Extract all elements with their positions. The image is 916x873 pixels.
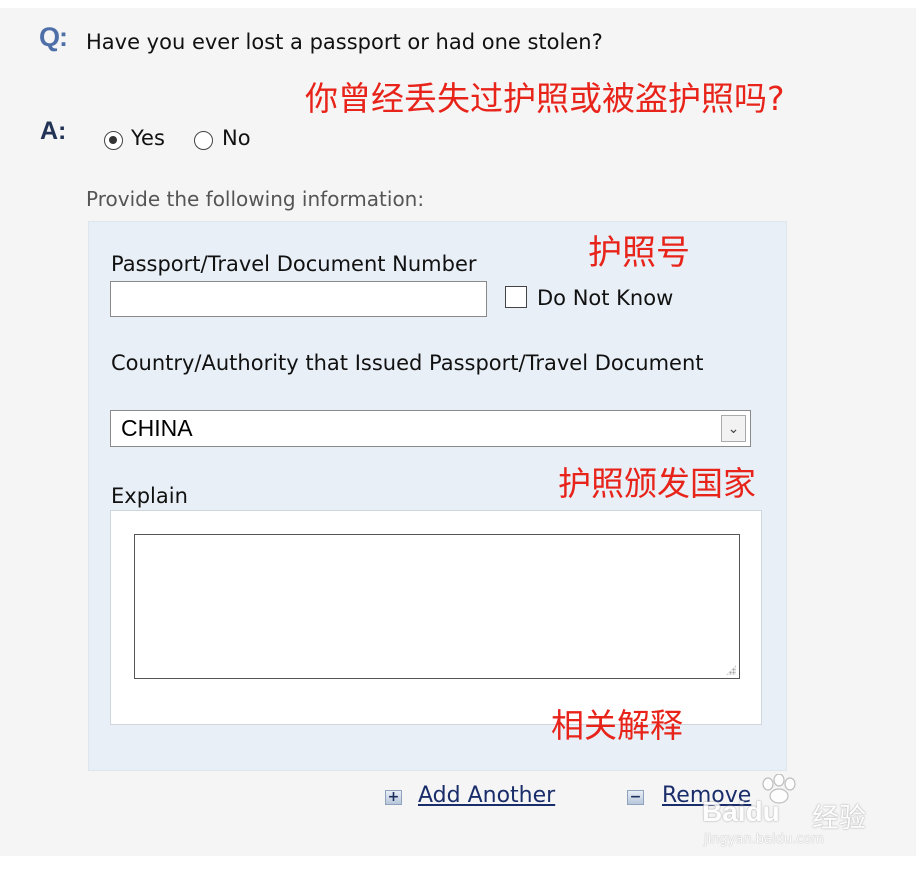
do-not-know-label[interactable]: Do Not Know — [537, 286, 673, 310]
watermark-logo: Baidu — [702, 796, 780, 827]
passport-number-label: Passport/Travel Document Number — [111, 252, 477, 276]
chevron-down-icon[interactable]: ⌄ — [721, 415, 746, 442]
explain-textarea[interactable] — [134, 534, 740, 679]
yes-radio[interactable] — [104, 131, 123, 150]
watermark-text: 经验 — [812, 803, 866, 834]
minus-icon[interactable]: − — [627, 790, 644, 805]
country-selected-value: CHINA — [121, 415, 193, 441]
baidu-jingyan-watermark: Baidu 经验 jingyan.baidu.com — [700, 774, 880, 854]
watermark-url: jingyan.baidu.com — [704, 832, 824, 847]
no-radio[interactable] — [194, 131, 213, 150]
yes-radio-label[interactable]: Yes — [131, 126, 165, 150]
no-radio-label[interactable]: No — [222, 126, 251, 150]
add-another-link[interactable]: Add Another — [418, 783, 555, 808]
explain-annotation: 相关解释 — [551, 706, 683, 745]
country-select[interactable]: CHINA ⌄ — [110, 410, 751, 447]
resize-handle-icon[interactable] — [726, 665, 736, 675]
question-text: Have you ever lost a passport or had one… — [86, 30, 603, 54]
question-annotation: 你曾经丢失过护照或被盗护照吗? — [305, 79, 785, 118]
provide-info-text: Provide the following information: — [86, 187, 425, 211]
explain-label: Explain — [111, 484, 188, 508]
do-not-know-checkbox[interactable] — [505, 286, 527, 308]
answer-label: A: — [40, 117, 67, 145]
country-annotation: 护照颁发国家 — [558, 464, 756, 503]
passport-number-input[interactable] — [110, 281, 487, 317]
plus-icon[interactable]: + — [385, 790, 402, 805]
question-label: Q: — [39, 22, 68, 52]
country-label: Country/Authority that Issued Passport/T… — [111, 351, 704, 375]
passport-number-annotation: 护照号 — [588, 233, 690, 273]
